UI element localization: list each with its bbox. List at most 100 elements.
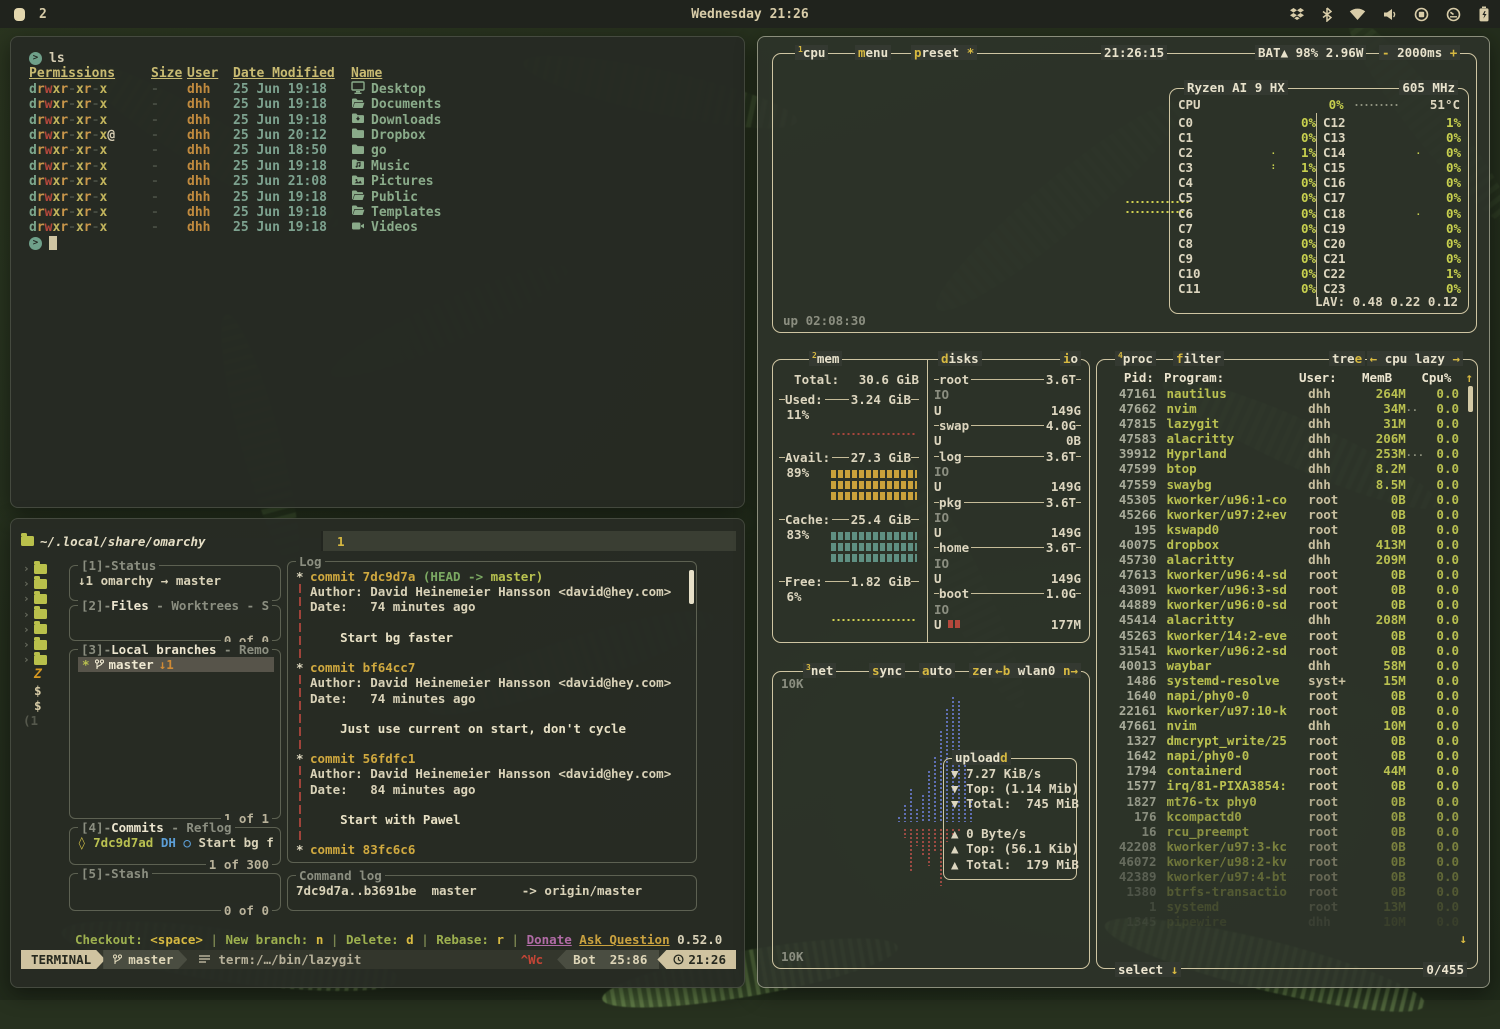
proc-tree-toggle[interactable]: tree (1329, 351, 1365, 366)
process-row[interactable]: 42208kworker/u97:3-kcroot0B0.0 (1101, 839, 1473, 854)
proc-select-button[interactable]: select ↓ (1115, 962, 1181, 977)
file-row[interactable]: drwxr-xr-x-dhh25 Jun 19:18Templates (29, 205, 730, 220)
process-row[interactable]: 47662nvimdhh34M..0.0 (1101, 401, 1473, 416)
process-row[interactable]: 1345pipewiredhh10M0.0 (1101, 914, 1473, 929)
tree-folder-item[interactable]: › (23, 576, 69, 591)
nvim-tab-cwd[interactable]: ~/.local/share/omarchy (21, 534, 321, 549)
tree-folder-item[interactable]: › (23, 622, 69, 637)
process-row[interactable]: 31541kworker/u96:2-sdroot0B0.0 (1101, 643, 1473, 658)
lazygit-files-panel[interactable]: [2]-Files - Worktrees - S 0 of 0 (69, 605, 281, 641)
process-row[interactable]: 43091kworker/u96:3-sdroot0B0.0 (1101, 582, 1473, 597)
process-row[interactable]: 45414alacrittydhh208M0.0 (1101, 612, 1473, 627)
process-row[interactable]: 22161kworker/u97:10-kroot0B0.0 (1101, 703, 1473, 718)
log-commit-entry[interactable]: *commit 83fc6c6 (296, 842, 686, 857)
net-sync-toggle[interactable]: sync (869, 663, 905, 678)
process-row[interactable]: 47815lazygitdhh31M0.0 (1101, 416, 1473, 431)
btop-window[interactable]: 1cpu menu preset * 21:26:15 BAT▲ 98% 2.9… (757, 36, 1490, 988)
process-row[interactable]: 1systemdroot13M0.0 (1101, 899, 1473, 914)
gauge-icon[interactable] (1446, 7, 1461, 22)
process-row[interactable]: 47161nautilusdhh264M0.0 (1101, 386, 1473, 401)
process-row[interactable]: 47559swaybgdhh8.5M0.0 (1101, 477, 1473, 492)
tree-folder-item[interactable]: › (23, 561, 69, 576)
lazygit-stash-panel[interactable]: [5]-Stash 0 of 0 (69, 873, 281, 911)
net-auto-toggle[interactable]: auto (919, 663, 955, 678)
terminal-window-lazygit[interactable]: ~/.local/share/omarchy 1 ››››››› Z $ $(1… (10, 518, 745, 988)
process-row[interactable]: 47661nvimdhh10M0.0 (1101, 718, 1473, 733)
process-row[interactable]: 47613kworker/u96:4-sdroot0B0.0 (1101, 567, 1473, 582)
battery-icon[interactable] (1478, 6, 1490, 22)
process-row[interactable]: 42389kworker/u97:4-btroot0B0.0 (1101, 869, 1473, 884)
process-row[interactable]: 1577irq/81-PIXA3854:root0B0.0 (1101, 778, 1473, 793)
net-interface-switcher[interactable]: ←b wlan0 n→ (992, 663, 1081, 678)
dropbox-icon[interactable] (1289, 7, 1305, 21)
tree-file-item[interactable]: $ (23, 683, 69, 698)
process-row[interactable]: 1642napi/phy0-0root0B0.0 (1101, 748, 1473, 763)
process-row[interactable]: 45730alacrittydhh209M0.0 (1101, 552, 1473, 567)
process-row[interactable]: 44889kworker/u96:0-sdroot0B0.0 (1101, 597, 1473, 612)
tab-number[interactable]: 1 (337, 534, 345, 549)
log-commit-entry[interactable]: *commit 7dc9d7a (HEAD -> master)Author: … (296, 569, 686, 660)
process-row[interactable]: 40075dropboxdhh413M0.0 (1101, 537, 1473, 552)
process-row[interactable]: 45305kworker/u96:1-coroot0B0.0 (1101, 492, 1473, 507)
log-commit-entry[interactable]: *commit 56fdfc1Author: David Heinemeier … (296, 751, 686, 842)
file-row[interactable]: drwxr-xr-x-dhh25 Jun 19:18Public (29, 190, 730, 205)
cpu-menu-button[interactable]: menu (855, 45, 891, 60)
tree-folder-item[interactable]: › (23, 591, 69, 606)
lazygit-branches-panel[interactable]: [3]-Local branches - Remo * master ↓1 1 … (69, 649, 281, 819)
file-row[interactable]: drwxr-xr-x-dhh25 Jun 19:18Downloads (29, 113, 730, 128)
file-row[interactable]: drwxr-xr-x-dhh25 Jun 19:18Videos (29, 220, 730, 235)
process-row[interactable]: 195kswapd0root0B0.0 (1101, 522, 1473, 537)
tree-file-item[interactable]: Z (23, 667, 69, 682)
proc-filter-button[interactable]: filter (1173, 351, 1224, 366)
refresh-interval-control[interactable]: - 2000ms + (1379, 45, 1460, 60)
process-row[interactable]: 46072kworker/u98:2-kvroot0B0.0 (1101, 854, 1473, 869)
process-row[interactable]: 45266kworker/u97:2+evroot0B0.0 (1101, 507, 1473, 522)
log-commit-entry[interactable]: *commit bf64cc7Author: David Heinemeier … (296, 660, 686, 751)
cpu-preset-button[interactable]: preset * (911, 45, 977, 60)
file-row[interactable]: drwxr-xr-x-dhh25 Jun 19:18Documents (29, 97, 730, 112)
lazygit-commits-panel[interactable]: [4]-Commits - Reflog ◊ 7dc9d7ad DH ○ Sta… (69, 827, 281, 865)
process-row[interactable]: 1794containerdroot44M0.0 (1101, 763, 1473, 778)
proc-scrollbar[interactable] (1468, 386, 1473, 412)
process-row[interactable]: 1640napi/phy0-0root0B0.0 (1101, 688, 1473, 703)
file-row[interactable]: drwxr-xr-x@-dhh25 Jun 20:12Dropbox (29, 128, 730, 143)
wifi-icon[interactable] (1349, 8, 1366, 21)
tree-file-item[interactable]: $ (23, 698, 69, 713)
ask-question-link[interactable]: Ask Question (579, 932, 669, 947)
lazygit-log-panel[interactable]: Log *commit 7dc9d7a (HEAD -> master)Auth… (287, 561, 697, 863)
bluetooth-icon[interactable] (1322, 7, 1332, 22)
donate-link[interactable]: Donate (527, 932, 572, 947)
file-tree-sidebar[interactable]: ››››››› Z $ $(1 (23, 561, 69, 728)
record-icon[interactable] (1414, 7, 1429, 22)
tree-folder-item[interactable]: › (23, 607, 69, 622)
process-row[interactable]: 47583alacrittydhh206M0.0 (1101, 431, 1473, 446)
file-row[interactable]: drwxr-xr-x-dhh25 Jun 19:18Desktop (29, 82, 730, 97)
process-row[interactable]: 1486systemd-resolvesyst+15M0.0 (1101, 673, 1473, 688)
file-date: 25 Jun 19:18 (233, 97, 351, 112)
process-row[interactable]: 1380btrfs-transactioroot0B0.0 (1101, 884, 1473, 899)
prompt-line-input[interactable]: > (29, 236, 730, 251)
process-list[interactable]: 47161nautilusdhh264M0.047662nvimdhh34M..… (1101, 386, 1473, 929)
process-row[interactable]: 40013waybardhh58M0.0 (1101, 658, 1473, 673)
log-scrollbar[interactable] (689, 570, 694, 604)
volume-icon[interactable] (1383, 8, 1397, 21)
file-row[interactable]: drwxr-xr-x-dhh25 Jun 18:50go (29, 143, 730, 158)
lazygit-status-panel[interactable]: [1]-Status ↓1 omarchy → master (69, 565, 281, 601)
process-row[interactable]: 47599btopdhh8.2M0.0 (1101, 461, 1473, 476)
clock[interactable]: Wednesday 21:26 (0, 7, 1500, 22)
proc-sort-switcher[interactable]: ← cpu lazy → (1367, 351, 1463, 366)
process-row[interactable]: 39912Hyprlanddhh253M...0.0 (1101, 446, 1473, 461)
file-row[interactable]: drwxr-xr-x-dhh25 Jun 21:08Pictures (29, 174, 730, 189)
process-row[interactable]: 176kcompactd0root0B0.0 (1101, 809, 1473, 824)
tree-folder-item[interactable]: › (23, 652, 69, 667)
terminal-window-ls[interactable]: > ls Permissions Size User Date Modified… (10, 36, 745, 508)
tree-folder-item[interactable]: › (23, 637, 69, 652)
file-row[interactable]: drwxr-xr-x-dhh25 Jun 19:18Music (29, 159, 730, 174)
branch-row-master[interactable]: * master ↓1 (78, 657, 274, 672)
process-row[interactable]: 1827mt76-tx phy0root0B0.0 (1101, 794, 1473, 809)
process-row[interactable]: 45263kworker/14:2-everoot0B0.0 (1101, 628, 1473, 643)
process-row[interactable]: 1327dmcrypt_write/25root0B0.0 (1101, 733, 1473, 748)
process-row[interactable]: 16rcu_preemptroot0B0.0 (1101, 824, 1473, 839)
process-pid: 45414 (1101, 612, 1157, 627)
commit-row[interactable]: ◊ 7dc9d7ad DH ○ Start bg fa (78, 835, 274, 850)
